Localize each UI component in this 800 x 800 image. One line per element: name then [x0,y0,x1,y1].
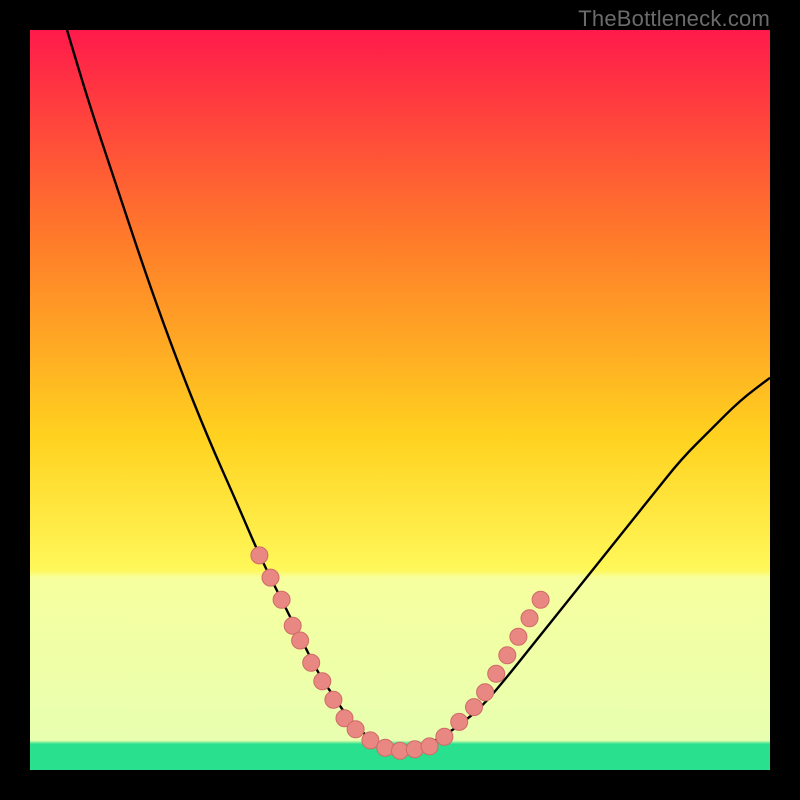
marker-point [314,673,331,690]
marker-point [477,684,494,701]
marker-point [377,739,394,756]
marker-point [521,610,538,627]
marker-point [273,591,290,608]
marker-point [262,569,279,586]
marker-point [303,654,320,671]
gradient-background [30,30,770,770]
chart-area [30,30,770,770]
outer-frame: TheBottleneck.com [0,0,800,800]
marker-point [466,699,483,716]
marker-point [421,738,438,755]
chart-svg [30,30,770,770]
marker-point [488,665,505,682]
marker-point [510,628,527,645]
marker-point [532,591,549,608]
marker-point [451,713,468,730]
marker-point [325,691,342,708]
marker-point [436,728,453,745]
marker-point [251,547,268,564]
marker-point [347,721,364,738]
marker-point [499,647,516,664]
marker-point [292,632,309,649]
marker-point [406,741,423,758]
watermark-text: TheBottleneck.com [578,6,770,32]
